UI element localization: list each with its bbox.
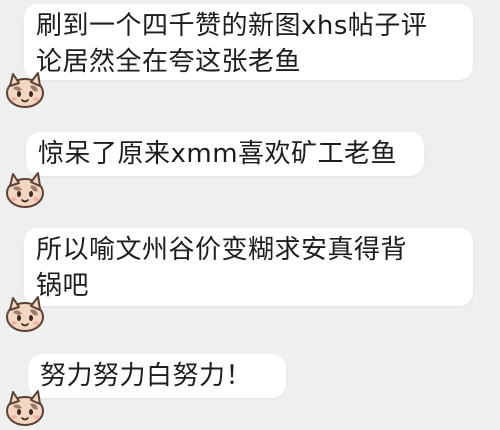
cat-avatar-icon[interactable]	[0, 64, 48, 112]
message-bubble[interactable]: 所以喻文州谷价变糊求安真得背 锅吧	[24, 228, 473, 306]
message-bubble[interactable]: 努力努力白努力！	[28, 354, 286, 398]
message-text-line: 刷到一个四千赞的新图xhs帖子评	[36, 11, 428, 41]
cat-avatar-icon[interactable]	[0, 382, 48, 430]
message-bubble[interactable]: 刷到一个四千赞的新图xhs帖子评 论居然全在夸这张老鱼	[24, 4, 473, 80]
message-bubble[interactable]: 惊呆了原来xmm喜欢矿工老鱼	[26, 132, 424, 176]
chat-thread: 刷到一个四千赞的新图xhs帖子评 论居然全在夸这张老鱼 惊呆了原来xmm喜欢矿工…	[0, 0, 500, 428]
message-text-line: 论居然全在夸这张老鱼	[36, 47, 302, 77]
message-text-line: 惊呆了原来xmm喜欢矿工老鱼	[38, 139, 398, 169]
message-text-line: 所以喻文州谷价变糊求安真得背	[36, 235, 408, 265]
cat-avatar-icon[interactable]	[0, 164, 48, 212]
message-text-line: 努力努力白努力！	[40, 361, 253, 391]
message-text-line: 锅吧	[36, 271, 90, 301]
cat-avatar-icon[interactable]	[0, 288, 48, 336]
